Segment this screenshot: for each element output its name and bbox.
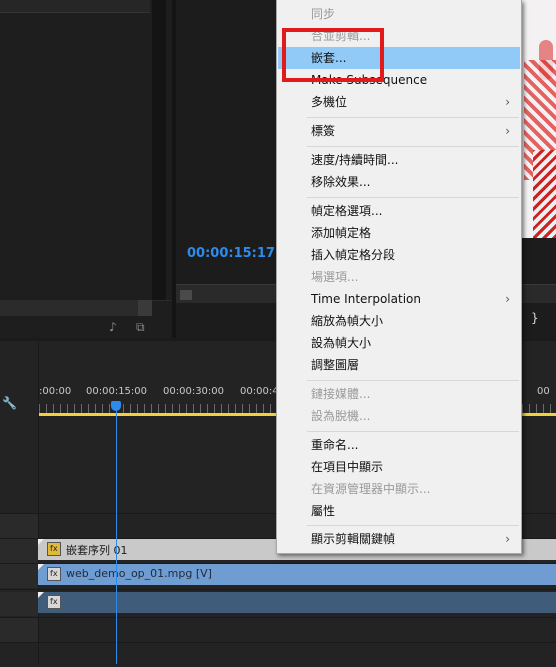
track-header[interactable] <box>0 592 38 616</box>
menu-item-make-offline[interactable]: 設為脫機... <box>278 405 520 427</box>
menu-item-insert-frame-hold-segment[interactable]: 插入幀定格分段 <box>278 244 520 266</box>
clip-corner <box>38 539 44 545</box>
context-menu: 同步 合並剪輯... 嵌套... Make Subsequence 多機位 › 標… <box>276 0 522 554</box>
monitor-scrub-handle[interactable] <box>180 290 192 300</box>
track-header[interactable] <box>0 539 38 563</box>
project-row[interactable] <box>0 0 150 13</box>
track-header[interactable] <box>0 618 38 642</box>
clip-corner <box>38 564 44 570</box>
menu-item-label: 縮放為幀大小 <box>311 314 384 328</box>
menu-item-link-media[interactable]: 鏈接媒體... <box>278 383 520 405</box>
menu-item-show-clip-keyframes[interactable]: 顯示剪輯關鍵幀 › <box>278 528 520 550</box>
menu-item-label: 速度/持續時間... <box>311 153 399 167</box>
menu-separator <box>307 146 519 147</box>
menu-item-label: 在項目中顯示 <box>311 460 384 474</box>
chevron-right-icon: › <box>505 532 510 546</box>
menu-item-label: 設為脫機... <box>311 409 371 423</box>
menu-item-label: 調整圖層 <box>311 358 360 372</box>
menu-item-reveal-in-explorer[interactable]: 在資源管理器中顯示... <box>278 478 520 500</box>
playhead-line[interactable] <box>116 411 117 664</box>
menu-item-label: 設為幀大小 <box>311 336 372 350</box>
fx-badge: fx <box>47 542 61 556</box>
menu-item-label: 幀定格選項... <box>311 204 383 218</box>
project-hscroll-end[interactable] <box>138 300 152 316</box>
ruler-label: 00:00:30:00 <box>163 386 225 397</box>
menu-item-label: 標簽 <box>311 124 336 138</box>
menu-item-set-to-frame-size[interactable]: 設為幀大小 <box>278 332 520 354</box>
menu-item-remove-effects[interactable]: 移除效果... <box>278 171 520 193</box>
video-preview <box>519 0 556 238</box>
highlight-annotation-box <box>282 28 384 82</box>
menu-item-speed-duration[interactable]: 速度/持續時間... <box>278 149 520 171</box>
menu-item-label: 鏈接媒體... <box>311 387 371 401</box>
menu-separator <box>307 380 519 381</box>
track-divider <box>0 617 556 618</box>
menu-item-label: 插入幀定格分段 <box>311 248 396 262</box>
chevron-right-icon: › <box>505 124 510 138</box>
menu-item-label-color[interactable]: 標簽 › <box>278 120 520 142</box>
track-divider <box>0 589 556 590</box>
chevron-right-icon: › <box>505 292 510 306</box>
menu-item-reveal-in-project[interactable]: 在項目中顯示 <box>278 456 520 478</box>
menu-item-label: Time Interpolation <box>311 292 421 306</box>
menu-item-field-options[interactable]: 場選項... <box>278 266 520 288</box>
clip-label: web_demo_op_01.mpg [V] <box>66 567 212 580</box>
fx-badge: fx <box>47 595 61 609</box>
menu-item-label: 添加幀定格 <box>311 226 372 240</box>
project-hscrollbar[interactable] <box>0 300 138 316</box>
menu-item-time-interpolation[interactable]: Time Interpolation › <box>278 288 520 310</box>
audio-icon[interactable]: ♪ <box>109 320 117 334</box>
menu-separator <box>307 197 519 198</box>
menu-separator <box>307 431 519 432</box>
menu-item-label: 在資源管理器中顯示... <box>311 482 431 496</box>
ruler-label: 00:00:4 <box>240 386 279 397</box>
menu-separator <box>307 525 519 526</box>
project-scrollbar[interactable] <box>152 0 166 300</box>
preview-pattern <box>533 150 556 238</box>
clip-icon[interactable]: ⧉ <box>136 320 145 335</box>
menu-item-label: 多機位 <box>311 95 348 109</box>
project-panel <box>0 0 172 338</box>
track-divider <box>0 642 556 643</box>
clip-corner <box>38 592 44 598</box>
track-header[interactable] <box>0 564 38 588</box>
clip-label: 嵌套序列 01 <box>66 544 128 557</box>
project-footer-icons: ♪ ⧉ <box>106 320 156 334</box>
menu-item-add-frame-hold[interactable]: 添加幀定格 <box>278 222 520 244</box>
menu-item-rename[interactable]: 重命名... <box>278 434 520 456</box>
playhead-handle[interactable] <box>111 401 121 411</box>
fx-badge: fx <box>47 567 61 581</box>
chevron-right-icon: › <box>505 95 510 109</box>
menu-item-multicam[interactable]: 多機位 › <box>278 91 520 113</box>
ruler-label: 00:00:15:00 <box>86 386 148 397</box>
menu-item-label: 移除效果... <box>311 175 371 189</box>
menu-item-adjustment-layer[interactable]: 調整圖層 <box>278 354 520 376</box>
menu-item-label: 場選項... <box>311 270 359 284</box>
menu-item-label: 重命名... <box>311 438 359 452</box>
mark-out-icon[interactable]: } <box>531 311 543 325</box>
menu-separator <box>307 117 519 118</box>
ruler-label: :00:00 <box>39 386 72 397</box>
menu-item-properties[interactable]: 屬性 <box>278 500 520 522</box>
menu-item-label: 屬性 <box>311 504 336 518</box>
menu-item-label: 顯示剪輯關鍵幀 <box>311 532 396 546</box>
menu-item-frame-hold-options[interactable]: 幀定格選項... <box>278 200 520 222</box>
menu-item-scale-to-frame-size[interactable]: 縮放為幀大小 <box>278 310 520 332</box>
menu-item-sync[interactable]: 同步 <box>278 3 520 25</box>
wrench-icon[interactable]: 🔧 <box>2 396 17 410</box>
playhead-timecode[interactable]: 00:00:15:17 <box>187 246 277 262</box>
menu-item-label: 同步 <box>311 7 336 21</box>
ruler-label: 00 <box>537 386 550 397</box>
track-header[interactable] <box>0 514 38 538</box>
